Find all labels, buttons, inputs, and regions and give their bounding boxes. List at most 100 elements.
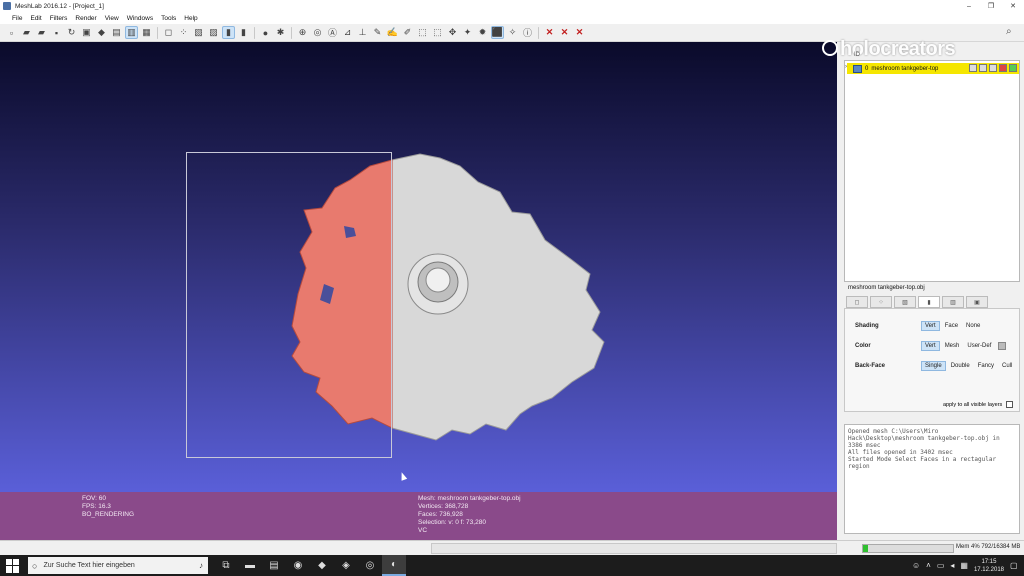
raster-icon[interactable]: ✐ — [401, 26, 414, 39]
tab-solid-icon[interactable]: ▮ — [918, 296, 940, 308]
layer-points-icon[interactable] — [979, 64, 987, 72]
manipulator-icon[interactable]: ✥ — [446, 26, 459, 39]
smooth-icon[interactable]: ▮ — [237, 26, 250, 39]
save-icon[interactable]: ▪ — [50, 26, 63, 39]
minimize-button[interactable]: – — [958, 0, 980, 12]
app-icon[interactable]: ◈ — [334, 555, 358, 576]
layer-green-icon[interactable] — [1009, 64, 1017, 72]
expand-arrow-icon[interactable]: › — [845, 64, 847, 70]
menu-file[interactable]: File — [12, 15, 22, 22]
layer-red-icon[interactable] — [999, 64, 1007, 72]
menu-render[interactable]: Render — [75, 15, 96, 22]
layer-row[interactable]: 0 meshroom tankgeber-top — [847, 63, 1019, 74]
shading-vert-option[interactable]: Vert — [921, 321, 940, 331]
task-view-icon[interactable]: ⧉ — [214, 555, 238, 576]
fov-readout: FOV: 60 — [82, 495, 106, 502]
layer-bbox-icon[interactable] — [969, 64, 977, 72]
backface-cull-option[interactable]: Cull — [999, 362, 1015, 370]
tab-other-icon[interactable]: ▣ — [966, 296, 988, 308]
screenshot-icon[interactable]: ▤ — [110, 26, 123, 39]
info-icon[interactable]: ⓘ — [521, 26, 534, 39]
mesh-name-readout: Mesh: meshroom tankgeber-top.obj — [418, 495, 521, 502]
tab-texture-icon[interactable]: ▥ — [942, 296, 964, 308]
menu-view[interactable]: View — [105, 15, 119, 22]
color-vert-option[interactable]: Vert — [921, 341, 940, 351]
layers-list[interactable]: 0 meshroom tankgeber-top — [844, 60, 1020, 282]
brush-icon[interactable]: ✎ — [371, 26, 384, 39]
open-project-icon[interactable]: ▰ — [35, 26, 48, 39]
new-file-icon[interactable]: ▫ — [5, 26, 18, 39]
tab-points-icon[interactable]: ⁘ — [870, 296, 892, 308]
paint-icon[interactable]: ✍ — [386, 26, 399, 39]
restore-button[interactable]: ❐ — [980, 0, 1002, 12]
app-icon[interactable]: ◎ — [358, 555, 382, 576]
delete-vertices-icon[interactable]: ✕ — [543, 26, 556, 39]
volume-icon[interactable]: ◂ — [950, 561, 954, 570]
notification-icon[interactable]: ▢ — [1010, 561, 1024, 570]
windows-start-icon[interactable] — [6, 558, 20, 573]
keyboard-icon[interactable]: ▦ — [960, 561, 968, 570]
color-mesh-option[interactable]: Mesh — [942, 342, 963, 350]
double-side-icon[interactable]: ✱ — [274, 26, 287, 39]
layer-decorators — [967, 64, 1017, 72]
shading-face-option[interactable]: Face — [942, 322, 961, 330]
globe-icon[interactable]: ⊕ — [296, 26, 309, 39]
store-icon[interactable]: ▤ — [262, 555, 286, 576]
open-folder-icon[interactable]: ▰ — [20, 26, 33, 39]
chrome-icon[interactable]: ◉ — [286, 555, 310, 576]
flat-icon[interactable]: ▮ — [222, 26, 235, 39]
log-icon[interactable]: ▦ — [140, 26, 153, 39]
clock-date: 17.12.2018 — [973, 566, 1004, 573]
tab-bbox-icon[interactable]: ◻ — [846, 296, 868, 308]
meshlab-taskbar-icon[interactable]: ◐ — [382, 555, 406, 576]
bbox-icon[interactable]: ◻ — [162, 26, 175, 39]
delete-faces-icon[interactable]: ✕ — [558, 26, 571, 39]
select-vertex-icon[interactable]: ⬚ — [416, 26, 429, 39]
wireframe-icon[interactable]: ▧ — [192, 26, 205, 39]
lighting-icon[interactable]: ● — [259, 26, 272, 39]
diamond-icon[interactable]: ◆ — [95, 26, 108, 39]
snapshot-icon[interactable]: ▣ — [80, 26, 93, 39]
menu-filters[interactable]: Filters — [50, 15, 68, 22]
apply-all-checkbox[interactable] — [1006, 401, 1014, 408]
people-icon[interactable]: ☺ — [912, 561, 920, 570]
menu-help[interactable]: Help — [184, 15, 197, 22]
reload-icon[interactable]: ↻ — [65, 26, 78, 39]
search-icon[interactable]: ⌕ — [1006, 26, 1018, 38]
taskbar-search[interactable]: ○ Zur Suche Text hier eingeben ♪ — [28, 557, 208, 574]
flat-lines-icon[interactable]: ▨ — [207, 26, 220, 39]
select-connected-icon[interactable]: ⬚ — [431, 26, 444, 39]
backface-fancy-option[interactable]: Fancy — [975, 362, 997, 370]
shading-none-option[interactable]: None — [963, 322, 983, 330]
quality-icon[interactable]: ✦ — [461, 26, 474, 39]
microphone-icon[interactable]: ♪ — [199, 561, 203, 570]
paint-select-icon[interactable]: ✹ — [476, 26, 489, 39]
network-icon[interactable]: ▭ — [937, 561, 945, 570]
points-icon[interactable]: ⁘ — [177, 26, 190, 39]
app-icon[interactable]: ◆ — [310, 555, 334, 576]
select-faces-rect-icon[interactable]: ⬛ — [491, 26, 504, 39]
close-button[interactable]: ✕ — [1002, 0, 1024, 12]
tab-wire-icon[interactable]: ▧ — [894, 296, 916, 308]
menu-edit[interactable]: Edit — [30, 15, 41, 22]
delete-faces-vertices-icon[interactable]: ✕ — [573, 26, 586, 39]
z-painting-icon[interactable]: ✧ — [506, 26, 519, 39]
layer-visibility-icon[interactable] — [853, 64, 862, 73]
color-userdef-option[interactable]: User-Def — [964, 342, 994, 350]
layer-wire-icon[interactable] — [989, 64, 997, 72]
backface-single-option[interactable]: Single — [921, 361, 946, 371]
file-explorer-icon[interactable]: ▬ — [238, 555, 262, 576]
chevron-up-icon[interactable]: ˄ — [926, 561, 931, 570]
menu-windows[interactable]: Windows — [127, 15, 153, 22]
layers-icon[interactable]: ▥ — [125, 26, 138, 39]
annotate-icon[interactable]: Ⓐ — [326, 26, 339, 39]
pick-points-icon[interactable]: ⊥ — [356, 26, 369, 39]
clock[interactable]: 17:15 17.12.2018 — [974, 558, 1004, 574]
align-icon[interactable]: ◎ — [311, 26, 324, 39]
backface-double-option[interactable]: Double — [948, 362, 973, 370]
measure-icon[interactable]: ⊿ — [341, 26, 354, 39]
menu-tools[interactable]: Tools — [161, 15, 176, 22]
3d-viewport[interactable] — [0, 42, 837, 492]
backface-label: Back-Face — [855, 363, 886, 369]
color-swatch[interactable] — [998, 342, 1007, 350]
